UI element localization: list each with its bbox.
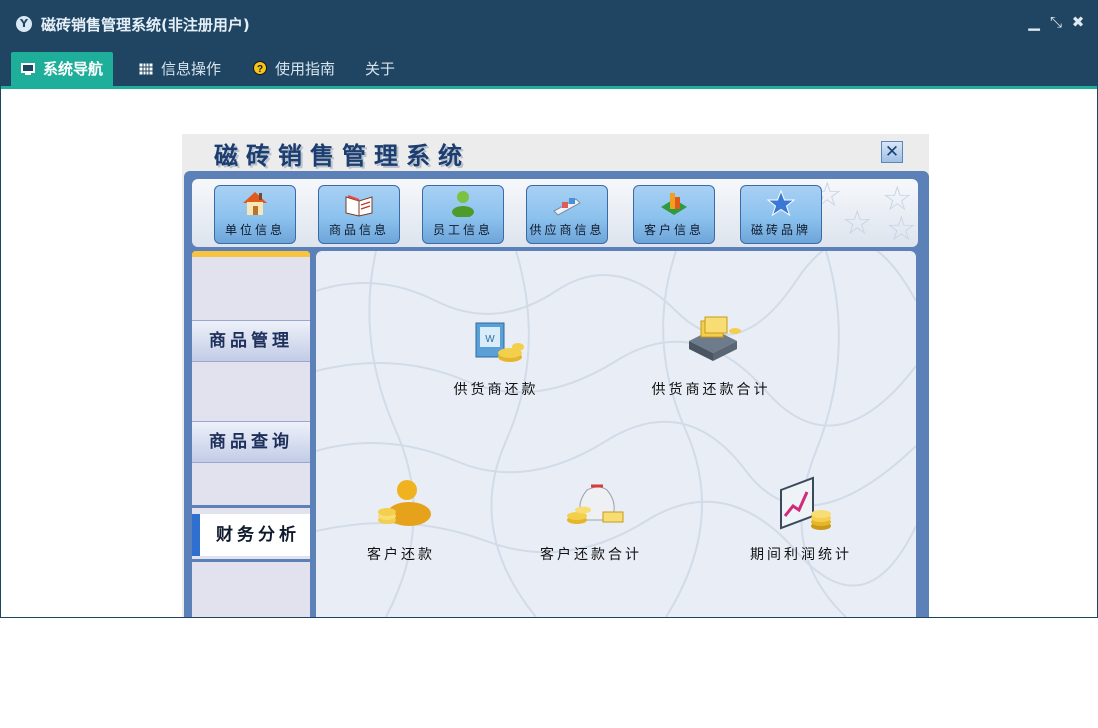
toolbar-button-label: 商品信息: [328, 223, 389, 237]
menu-item-label: 使用指南: [275, 60, 336, 78]
toolbar-button-customer-info[interactable]: 客户信息: [633, 185, 715, 244]
sidebar: 商品管理 商品查询 财务分析: [192, 251, 310, 617]
app-close-icon[interactable]: ✕: [881, 141, 903, 163]
book-icon: [344, 189, 374, 217]
toolbar: ☆ ☆ ☆ ☆ 单位信息 商品信息 员工信息 供应商信息 客户信息 磁砖品牌: [192, 179, 918, 247]
restore-icon[interactable]: ⤡: [1047, 13, 1065, 31]
feature-label: 客户还款: [367, 547, 435, 563]
menu-item-info-ops[interactable]: 信息操作: [129, 52, 231, 86]
menu-item-label: 关于: [365, 60, 396, 78]
sidebar-divider: [192, 505, 310, 508]
help-icon: ?: [253, 53, 267, 75]
sidebar-divider: [192, 559, 310, 562]
decor-star-icon: ☆: [842, 203, 873, 243]
toolbar-button-label: 客户信息: [643, 223, 704, 237]
svg-text:W: W: [485, 334, 495, 345]
monitor-icon: [21, 53, 35, 75]
money-box-icon: [683, 311, 745, 369]
supplier-payment-icon: W: [468, 311, 530, 369]
app-frame: ☆ ☆ ☆ ☆ 单位信息 商品信息 员工信息 供应商信息 客户信息 磁砖品牌 商…: [184, 171, 929, 617]
decor-star-icon: ☆: [886, 209, 917, 247]
feature-label: 供货商还款: [453, 382, 539, 398]
menu-item-system-nav[interactable]: 系统导航: [11, 52, 114, 86]
menu-item-user-guide[interactable]: ? 使用指南: [243, 52, 345, 86]
content-area: 磁砖销售管理系统 ✕ ☆ ☆ ☆ ☆ 单位信息 商品信息 员工信息 供应商信息 …: [1, 89, 1097, 617]
feature-customer-repayment[interactable]: 客户还款: [316, 476, 486, 576]
customer-icon: [659, 189, 689, 217]
toolbar-button-label: 供应商信息: [529, 223, 605, 237]
toolbar-button-label: 单位信息: [224, 223, 285, 237]
feature-label: 供货商还款合计: [651, 382, 771, 398]
sidebar-item-financial-analysis[interactable]: 财务分析: [192, 514, 310, 556]
toolbar-button-unit-info[interactable]: 单位信息: [214, 185, 296, 244]
menu-item-about[interactable]: 关于: [355, 52, 405, 86]
sidebar-item-product-query[interactable]: 商品查询: [192, 421, 310, 463]
money-bag-icon: [563, 476, 625, 534]
customer-coins-icon: [373, 476, 435, 534]
toolbar-button-label: 员工信息: [432, 223, 493, 237]
toolbar-button-product-info[interactable]: 商品信息: [318, 185, 400, 244]
feature-label: 客户还款合计: [540, 547, 642, 563]
toolbar-button-label: 磁砖品牌: [750, 223, 811, 237]
person-icon: [448, 189, 478, 218]
profit-chart-icon: [773, 476, 835, 534]
title-bar[interactable]: Y 磁砖销售管理系统(非注册用户) ▁ ⤡ ✖: [1, 1, 1097, 45]
app-logo-icon: Y: [16, 16, 32, 32]
star-icon: [766, 189, 796, 217]
main-panel: W 供货商还款 供货商还款合计 客户还款 客户还款合计 期间利润统计: [316, 251, 916, 617]
feature-supplier-repayment-total[interactable]: 供货商还款合计: [626, 311, 796, 411]
shipping-icon: [552, 189, 582, 217]
house-icon: [240, 189, 270, 217]
close-icon[interactable]: ✖: [1069, 13, 1087, 31]
grid-icon: [139, 53, 153, 75]
feature-customer-repayment-total[interactable]: 客户还款合计: [506, 476, 676, 576]
menu-item-label: 信息操作: [161, 60, 222, 78]
toolbar-button-employee-info[interactable]: 员工信息: [422, 185, 504, 244]
sidebar-item-product-management[interactable]: 商品管理: [192, 320, 310, 362]
feature-period-profit-statistics[interactable]: 期间利润统计: [716, 476, 886, 576]
sidebar-top-bar: [192, 251, 310, 257]
menu-bar: 系统导航 信息操作 ? 使用指南 关于: [1, 45, 1097, 89]
application-window: Y 磁砖销售管理系统(非注册用户) ▁ ⤡ ✖ 系统导航 信息操作 ? 使用指南…: [0, 0, 1098, 618]
feature-label: 期间利润统计: [750, 547, 852, 563]
minimize-icon[interactable]: ▁: [1025, 13, 1043, 31]
app-title: 磁砖销售管理系统: [214, 141, 470, 170]
toolbar-button-tile-brand[interactable]: 磁砖品牌: [740, 185, 822, 244]
svg-text:?: ?: [257, 64, 263, 75]
toolbar-button-supplier-info[interactable]: 供应商信息: [526, 185, 608, 244]
tile-sales-app: 磁砖销售管理系统 ✕ ☆ ☆ ☆ ☆ 单位信息 商品信息 员工信息 供应商信息 …: [182, 134, 929, 617]
window-title: 磁砖销售管理系统(非注册用户): [41, 16, 250, 34]
menu-item-label: 系统导航: [43, 60, 104, 78]
feature-supplier-repayment[interactable]: W 供货商还款: [411, 311, 581, 411]
